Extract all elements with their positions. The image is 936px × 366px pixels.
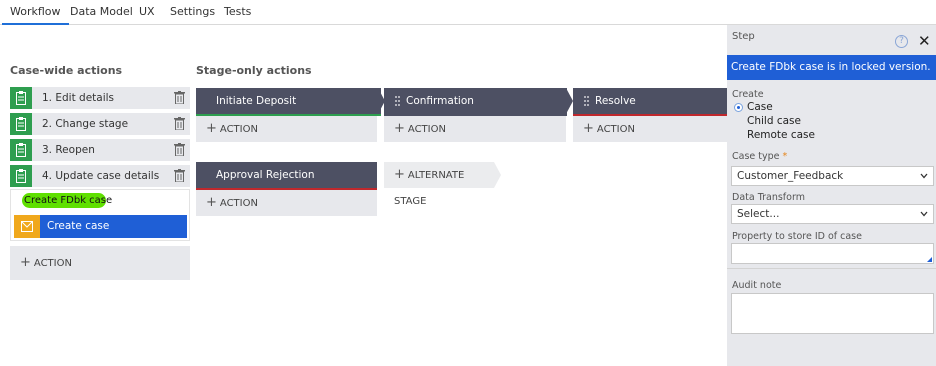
- step-label: 4. Update case details: [42, 170, 160, 182]
- radio-case[interactable]: [734, 103, 743, 112]
- tab-data-model[interactable]: Data Model: [62, 0, 141, 25]
- property-label: Property to store ID of case: [732, 231, 862, 242]
- data-transform-label: Data Transform: [732, 192, 805, 203]
- option-remote-case[interactable]: Remote case: [747, 129, 815, 141]
- drag-handle-icon[interactable]: [584, 96, 589, 106]
- step-edit-details[interactable]: 1. Edit details: [10, 87, 190, 109]
- step-icon: [10, 113, 32, 135]
- stage-arrow: [494, 162, 501, 188]
- case-type-select[interactable]: Customer_Feedback: [731, 166, 934, 186]
- chevron-down-icon: [920, 211, 928, 217]
- option-case: Case: [747, 101, 773, 113]
- data-transform-select[interactable]: Select...: [731, 204, 934, 224]
- add-action-button[interactable]: + ACTION: [20, 255, 72, 270]
- trash-icon[interactable]: [174, 91, 185, 107]
- case-type-value: Customer_Feedback: [737, 170, 844, 182]
- audit-note-textarea[interactable]: [731, 293, 934, 334]
- tab-settings[interactable]: Settings: [162, 0, 223, 25]
- required-mark: *: [782, 151, 788, 162]
- trash-icon[interactable]: [174, 117, 185, 133]
- step-reopen[interactable]: 3. Reopen: [10, 139, 190, 161]
- close-icon[interactable]: ✕: [918, 32, 931, 50]
- plus-icon: +: [394, 121, 405, 136]
- data-transform-value: Select...: [737, 208, 780, 220]
- add-action-label: ACTION: [219, 124, 258, 135]
- step-icon: [10, 87, 32, 109]
- add-action-label: ACTION: [219, 198, 258, 209]
- plus-icon: +: [206, 195, 217, 210]
- help-icon[interactable]: ?: [895, 35, 908, 48]
- chevron-down-icon: [920, 173, 928, 179]
- step-properties-panel: Step ? ✕ Create FDbk case is in locked v…: [727, 25, 936, 366]
- property-input[interactable]: [731, 243, 934, 264]
- case-wide-actions-title: Case-wide actions: [10, 64, 123, 77]
- locked-version-banner: Create FDbk case is in locked version.: [727, 55, 936, 80]
- plus-icon: +: [394, 167, 405, 182]
- tab-workflow[interactable]: Workflow: [2, 0, 69, 25]
- add-action-label: ACTION: [33, 258, 72, 269]
- step-label: 2. Change stage: [42, 118, 129, 130]
- stage-label: Initiate Deposit: [216, 95, 297, 107]
- step-label: Create case: [47, 220, 110, 232]
- stage-add-action-button[interactable]: + ACTION: [196, 116, 377, 142]
- option-child-case[interactable]: Child case: [747, 115, 801, 127]
- tab-tests[interactable]: Tests: [216, 0, 259, 25]
- resize-corner-icon: [927, 257, 932, 262]
- stage-label: Approval Rejection: [216, 169, 315, 181]
- step-label: 1. Edit details: [42, 92, 115, 104]
- top-tab-bar: Workflow Data Model UX Settings Tests: [0, 0, 936, 25]
- step-icon: [10, 139, 32, 161]
- stage-label: Resolve: [595, 95, 636, 107]
- stage-add-action-button[interactable]: + ACTION: [196, 190, 377, 216]
- trash-icon[interactable]: [174, 143, 185, 159]
- tab-ux[interactable]: UX: [131, 0, 163, 25]
- stage-approval-rejection[interactable]: Approval Rejection: [196, 162, 377, 190]
- case-wide-action-area: + ACTION: [10, 246, 190, 280]
- envelope-icon: [14, 215, 40, 238]
- step-update-case-details[interactable]: 4. Update case details: [10, 165, 190, 187]
- step-create-case[interactable]: Create case: [14, 215, 187, 238]
- drag-handle-icon[interactable]: [395, 96, 400, 106]
- create-label: Create: [732, 89, 764, 100]
- audit-note-label: Audit note: [732, 280, 782, 291]
- stage-initiate-deposit[interactable]: Initiate Deposit: [196, 88, 381, 116]
- step-icon: [10, 165, 32, 187]
- plus-icon: +: [583, 121, 594, 136]
- case-type-label: Case type *: [732, 151, 787, 162]
- stage-add-action-button[interactable]: + ACTION: [573, 116, 727, 142]
- divider: [727, 268, 936, 269]
- add-action-label: ACTION: [407, 124, 446, 135]
- highlighted-step-name: Create FDbk case: [24, 195, 113, 206]
- stage-label: Confirmation: [406, 95, 474, 107]
- add-action-label: ACTION: [596, 124, 635, 135]
- plus-icon: +: [20, 255, 31, 270]
- trash-icon[interactable]: [174, 169, 185, 185]
- panel-title: Step: [732, 31, 755, 42]
- step-label: 3. Reopen: [42, 144, 95, 156]
- plus-icon: +: [206, 121, 217, 136]
- stage-confirmation[interactable]: Confirmation: [384, 88, 567, 116]
- case-type-label-text: Case type: [732, 151, 780, 162]
- stage-only-actions-title: Stage-only actions: [196, 64, 312, 77]
- stage-resolve[interactable]: Resolve: [573, 88, 727, 116]
- add-alternate-stage-button[interactable]: + ALTERNATE STAGE: [384, 162, 494, 207]
- step-change-stage[interactable]: 2. Change stage: [10, 113, 190, 135]
- stage-add-action-button[interactable]: + ACTION: [384, 116, 566, 142]
